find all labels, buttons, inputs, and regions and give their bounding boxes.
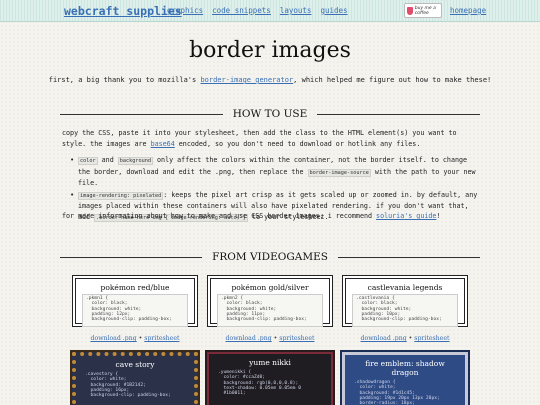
card-title: cave story	[115, 360, 155, 369]
base64-link[interactable]: base64	[151, 140, 175, 148]
intro-paragraph: copy the CSS, paste it into your stylesh…	[62, 128, 482, 149]
nav-links: graphics code snippets layouts guides	[167, 6, 348, 15]
code-snippet[interactable]: .cavestory { color: white; background: #…	[82, 371, 188, 404]
solurias-guide-link[interactable]: soluria's guide	[376, 212, 436, 220]
thanks-text: first, a big thank you to mozilla's bord…	[0, 76, 540, 84]
divider	[317, 113, 480, 115]
coffee-label: buy me a coffee	[414, 5, 436, 16]
code-color: color	[78, 157, 98, 165]
download-png-link[interactable]: download .png	[361, 335, 407, 342]
spritesheet-link[interactable]: spritesheet	[144, 335, 179, 342]
code-snippet[interactable]: .pkmn1 { color: black; background: white…	[82, 294, 188, 327]
card-title: fire emblem: shadow dragon	[365, 359, 445, 377]
divider	[60, 256, 203, 258]
card-links: download .png • spritesheet	[207, 335, 333, 342]
thanks-pre: first, a big thank you to mozilla's	[48, 76, 201, 84]
code-snippet[interactable]: .yumenikki { color: #ccaZd8; background:…	[215, 369, 325, 402]
page-title: border images	[189, 38, 351, 63]
card-links: download .png • spritesheet	[342, 335, 468, 342]
videogames-heading: FROM VIDEOGAMES	[60, 251, 481, 263]
code-snippet[interactable]: .castlevania { color: black; background:…	[352, 294, 458, 327]
card-fire-emblem-shadow-dragon: fire emblem: shadow dragon .shadowdragon…	[342, 352, 468, 405]
spritesheet-link[interactable]: spritesheet	[414, 335, 449, 342]
code-background: background	[117, 157, 153, 165]
top-nav: webcraft supplies graphics code snippets…	[0, 0, 540, 22]
card-yume-nikki: yume nikki .yumenikki { color: #ccaZd8; …	[207, 352, 333, 405]
divider	[337, 256, 481, 258]
more-text: for more information about how to make a…	[62, 212, 377, 220]
card-title: castlevania legends	[367, 283, 443, 292]
card-links: download .png • spritesheet	[72, 335, 198, 342]
nav-layouts[interactable]: layouts	[280, 6, 312, 15]
code-border-image-source: border-image-source	[307, 168, 371, 177]
download-png-link[interactable]: download .png	[226, 335, 272, 342]
spritesheet-link[interactable]: spritesheet	[279, 335, 314, 342]
code-image-rendering: image-rendering: pixelated	[78, 191, 164, 200]
card-title: yume nikki	[249, 358, 291, 367]
code-snippet[interactable]: .shadowdragon { color: white; background…	[351, 379, 459, 405]
text: and	[97, 156, 118, 164]
card-pokemon-gold-silver: pokémon gold/silver .pkmn2 { color: blac…	[207, 275, 333, 327]
section-title: HOW TO USE	[232, 108, 308, 120]
card-castlevania-legends: castlevania legends .castlevania { color…	[342, 275, 468, 327]
nav-guides[interactable]: guides	[320, 6, 347, 15]
more-info-paragraph: for more information about how to make a…	[62, 211, 482, 222]
more-text-end: !	[436, 212, 441, 220]
list-item: color and background only affect the col…	[70, 155, 480, 189]
card-title: pokémon red/blue	[100, 283, 170, 292]
download-png-link[interactable]: download .png	[91, 335, 137, 342]
thanks-post: , which helped me figure out how to make…	[293, 76, 492, 84]
how-to-use-heading: HOW TO USE	[60, 108, 480, 120]
nav-graphics[interactable]: graphics	[167, 6, 203, 15]
divider	[60, 113, 223, 115]
homepage-link[interactable]: homepage	[450, 6, 486, 15]
border-image-generator-link[interactable]: border-image generator	[200, 76, 293, 84]
coffee-cup-icon	[407, 6, 413, 15]
section-title: FROM VIDEOGAMES	[212, 251, 328, 263]
card-pokemon-red-blue: pokémon red/blue .pkmn1 { color: black; …	[72, 275, 198, 327]
brand-link[interactable]: webcraft supplies	[64, 4, 182, 18]
card-cave-story: cave story .cavestory { color: white; ba…	[72, 352, 198, 405]
card-title: pokémon gold/silver	[231, 283, 309, 292]
nav-code-snippets[interactable]: code snippets	[212, 6, 271, 15]
intro-text-2: encoded, so you don't need to download o…	[174, 139, 421, 148]
code-snippet[interactable]: .pkmn2 { color: black; background: white…	[217, 294, 323, 327]
buy-me-a-coffee-button[interactable]: buy me a coffee	[404, 3, 442, 18]
